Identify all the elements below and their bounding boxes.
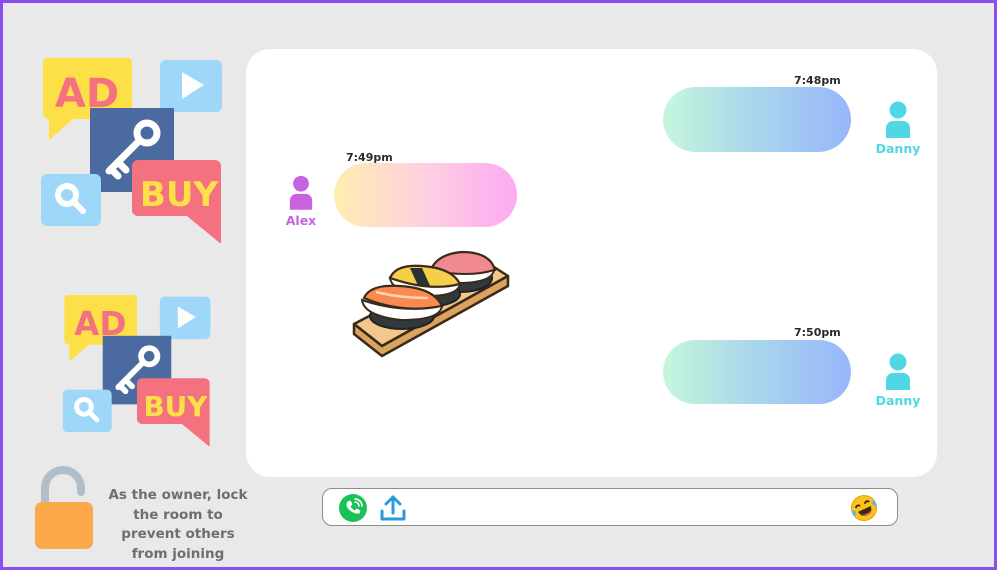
buy-text: BUY xyxy=(143,390,208,423)
ad-sticker-bottom[interactable]: AD BUY xyxy=(61,295,213,446)
user-name: Danny xyxy=(875,393,921,408)
message-composer[interactable] xyxy=(322,488,898,526)
buy-text: BUY xyxy=(140,175,219,215)
message-bubble-outgoing[interactable] xyxy=(663,87,851,152)
message-bubble-outgoing[interactable] xyxy=(663,340,851,404)
laughing-emoji-icon[interactable] xyxy=(849,493,879,523)
message-timestamp: 7:50pm xyxy=(794,326,841,339)
person-icon xyxy=(886,353,910,390)
upload-icon[interactable] xyxy=(378,493,408,523)
lock-room-button[interactable] xyxy=(33,466,97,552)
phone-call-icon[interactable] xyxy=(338,493,368,523)
lock-instruction: As the owner, lock the room to prevent o… xyxy=(108,487,248,562)
user-name: Danny xyxy=(875,141,921,156)
user-avatar-danny: Danny xyxy=(873,101,923,156)
person-icon xyxy=(289,175,313,210)
user-avatar-alex: Alex xyxy=(276,175,326,228)
sushi-sticker[interactable] xyxy=(350,246,512,368)
app-frame: AD BUY AD BUY As the owner, lock the roo… xyxy=(0,0,997,570)
user-name: Alex xyxy=(285,213,317,228)
ad-sticker-top[interactable]: AD BUY xyxy=(39,58,225,243)
message-timestamp: 7:48pm xyxy=(794,74,841,87)
person-icon xyxy=(886,101,910,138)
user-avatar-danny: Danny xyxy=(873,353,923,408)
unlocked-padlock-icon xyxy=(35,466,93,549)
message-bubble-incoming[interactable] xyxy=(334,163,517,227)
